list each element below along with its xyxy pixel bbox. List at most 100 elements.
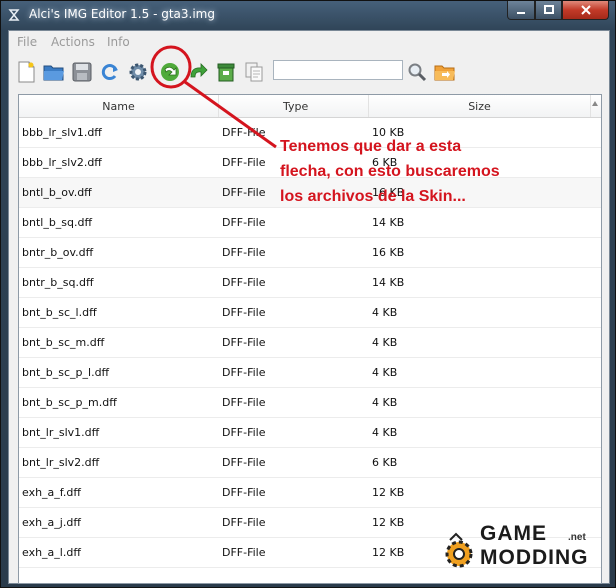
delete-bin-icon xyxy=(217,63,235,82)
column-header-name[interactable]: Name xyxy=(19,95,219,117)
toolbar xyxy=(9,55,609,89)
copy-button[interactable] xyxy=(242,60,266,84)
menu-file[interactable]: File xyxy=(17,35,37,49)
file-name-cell: bnt_b_sc_m.dff xyxy=(22,336,105,349)
file-size-cell: 4 KB xyxy=(372,426,398,439)
app-icon xyxy=(8,9,20,21)
refresh-icon xyxy=(101,64,118,81)
table-row[interactable]: bnt_b_sc_p_m.dff DFF-File 4 KB xyxy=(19,388,601,418)
new-file-icon xyxy=(18,61,35,83)
file-name-cell: bnt_lr_slv2.dff xyxy=(22,456,100,469)
menu-info[interactable]: Info xyxy=(107,35,130,49)
watermark-suffix: .net xyxy=(568,532,586,543)
export-folder-icon xyxy=(434,65,455,81)
gear-logo-icon xyxy=(445,532,473,568)
search-icon xyxy=(408,63,427,82)
menu-actions[interactable]: Actions xyxy=(51,35,95,49)
close-button[interactable] xyxy=(562,1,609,20)
file-name-cell: bntl_b_sq.dff xyxy=(22,216,93,229)
open-folder-icon xyxy=(43,65,64,81)
file-type-cell: DFF-File xyxy=(222,126,266,139)
import-arrow-icon xyxy=(161,63,179,81)
search-button[interactable] xyxy=(405,60,429,84)
watermark: GAME .net MODDING xyxy=(438,520,606,580)
annotation-line-2: flecha, con esto buscaremos xyxy=(280,163,500,180)
export-button[interactable] xyxy=(433,60,457,84)
table-row[interactable]: bnt_b_sc_l.dff DFF-File 4 KB xyxy=(19,298,601,328)
file-size-cell: 12 KB xyxy=(372,486,405,499)
client-area: File Actions Info Name Type Size bbb_lr_… xyxy=(8,30,610,584)
file-type-cell: DFF-File xyxy=(222,186,266,199)
new-button[interactable] xyxy=(14,60,38,84)
file-size-cell: 14 KB xyxy=(372,276,405,289)
app-window: Alci's IMG Editor 1.5 - gta3.img File Ac… xyxy=(0,0,616,588)
rebuild-arrow-icon xyxy=(190,63,208,78)
column-header-size[interactable]: Size xyxy=(369,95,591,117)
file-type-cell: DFF-File xyxy=(222,396,266,409)
file-type-cell: DFF-File xyxy=(222,156,266,169)
file-name-cell: bnt_b_sc_p_l.dff xyxy=(22,366,110,379)
file-size-cell: 14 KB xyxy=(372,216,405,229)
title-bar[interactable]: Alci's IMG Editor 1.5 - gta3.img xyxy=(1,1,615,29)
file-name-cell: bnt_b_sc_l.dff xyxy=(22,306,97,319)
file-size-cell: 4 KB xyxy=(372,396,398,409)
settings-button[interactable] xyxy=(126,60,150,84)
maximize-button[interactable] xyxy=(535,1,562,20)
file-name-cell: exh_a_f.dff xyxy=(22,486,81,499)
file-type-cell: DFF-File xyxy=(222,276,266,289)
file-type-cell: DFF-File xyxy=(222,366,266,379)
watermark-line-2: MODDING xyxy=(480,546,589,569)
file-size-cell: 12 KB xyxy=(372,546,405,559)
refresh-button[interactable] xyxy=(98,60,122,84)
file-name-cell: exh_a_j.dff xyxy=(22,516,81,529)
annotation-text: Tenemos que dar a esta flecha, con esto … xyxy=(280,134,580,209)
minimize-button[interactable] xyxy=(507,1,535,20)
annotation-line-3: los archivos de la Skin... xyxy=(280,188,466,205)
file-size-cell: 4 KB xyxy=(372,336,398,349)
file-type-cell: DFF-File xyxy=(222,216,266,229)
copy-icon xyxy=(245,62,263,82)
file-size-cell: 4 KB xyxy=(372,366,398,379)
file-size-cell: 4 KB xyxy=(372,306,398,319)
table-row[interactable]: bntr_b_sq.dff DFF-File 14 KB xyxy=(19,268,601,298)
file-name-cell: bntl_b_ov.dff xyxy=(22,186,92,199)
annotation-line-1: Tenemos que dar a esta xyxy=(280,138,462,155)
import-button[interactable] xyxy=(158,60,182,84)
watermark-line-1: GAME xyxy=(480,522,547,545)
save-button[interactable] xyxy=(70,60,94,84)
file-size-cell: 12 KB xyxy=(372,516,405,529)
delete-button[interactable] xyxy=(214,60,238,84)
file-name-cell: bbb_lr_slv2.dff xyxy=(22,156,102,169)
file-name-cell: bntr_b_sq.dff xyxy=(22,276,94,289)
table-row[interactable]: bnt_lr_slv2.dff DFF-File 6 KB xyxy=(19,448,601,478)
table-row[interactable]: bnt_b_sc_m.dff DFF-File 4 KB xyxy=(19,328,601,358)
file-type-cell: DFF-File xyxy=(222,456,266,469)
column-header-type[interactable]: Type xyxy=(219,95,369,117)
close-icon xyxy=(580,5,591,15)
minimize-icon xyxy=(517,12,525,14)
file-name-cell: bnt_lr_slv1.dff xyxy=(22,426,100,439)
table-row[interactable]: bnt_b_sc_p_l.dff DFF-File 4 KB xyxy=(19,358,601,388)
maximize-icon xyxy=(543,5,554,14)
settings-gear-icon xyxy=(129,63,147,81)
file-name-cell: bbb_lr_slv1.dff xyxy=(22,126,102,139)
file-size-cell: 6 KB xyxy=(372,456,398,469)
save-icon xyxy=(72,62,92,82)
search-input[interactable] xyxy=(273,60,403,80)
scroll-up-icon[interactable] xyxy=(591,99,599,107)
file-name-cell: bnt_b_sc_p_m.dff xyxy=(22,396,117,409)
table-row[interactable]: bntr_b_ov.dff DFF-File 16 KB xyxy=(19,238,601,268)
file-type-cell: DFF-File xyxy=(222,546,266,559)
file-type-cell: DFF-File xyxy=(222,336,266,349)
menu-bar: File Actions Info xyxy=(9,31,609,53)
rebuild-button[interactable] xyxy=(186,60,210,84)
table-row[interactable]: bnt_lr_slv1.dff DFF-File 4 KB xyxy=(19,418,601,448)
file-type-cell: DFF-File xyxy=(222,486,266,499)
table-row[interactable]: exh_a_f.dff DFF-File 12 KB xyxy=(19,478,601,508)
file-type-cell: DFF-File xyxy=(222,306,266,319)
table-row[interactable]: bntl_b_sq.dff DFF-File 14 KB xyxy=(19,208,601,238)
file-type-cell: DFF-File xyxy=(222,516,266,529)
file-name-cell: exh_a_l.dff xyxy=(22,546,81,559)
file-type-cell: DFF-File xyxy=(222,246,266,259)
open-button[interactable] xyxy=(42,60,66,84)
